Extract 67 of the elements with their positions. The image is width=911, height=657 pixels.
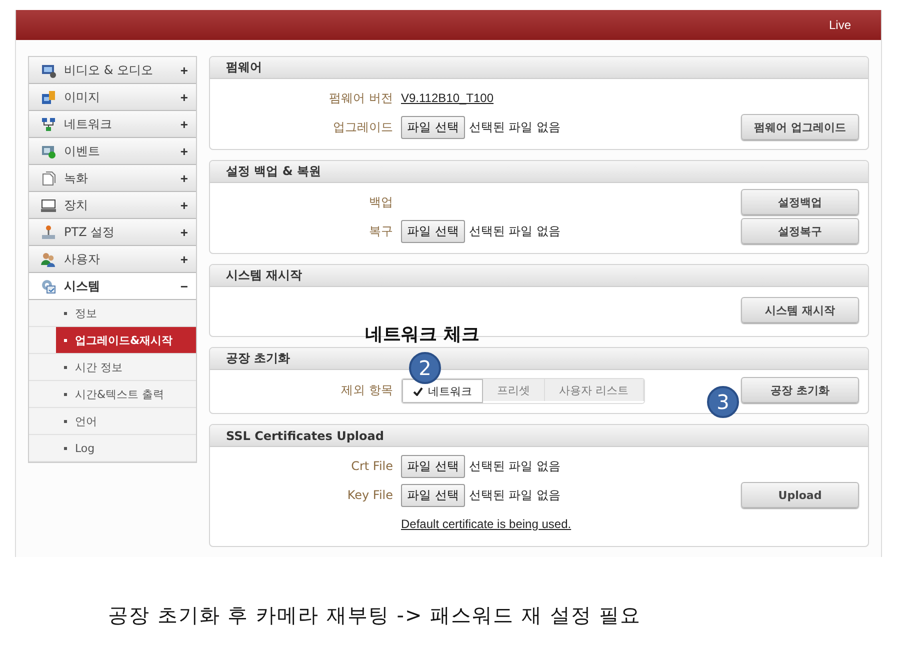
annotation-note: 네트워크 체크 [365,324,480,345]
option-toggle[interactable]: 프리셋 [483,379,545,401]
sidebar-item[interactable]: 사용자 + [29,246,196,273]
section-header: 시스템 재시작 [210,265,868,287]
collapse-toggle[interactable]: − [180,278,188,294]
bullet-icon [64,420,67,422]
picture-icon [41,90,56,104]
computer-icon [41,198,56,212]
users-icon [41,252,56,266]
option-toggle[interactable]: 네트워크 [402,379,483,403]
sidebar-item[interactable]: 이벤트 + [29,138,196,165]
field-label: 제외 항목 [341,382,393,398]
action-button[interactable]: Upload [741,482,859,508]
bullet-icon [64,392,67,396]
joystick-icon [41,224,56,240]
expand-toggle[interactable]: + [180,198,188,212]
action-button[interactable]: 펌웨어 업그레이드 [741,114,859,140]
choose-file-button[interactable]: 파일 선택 [401,454,465,478]
expand-toggle[interactable]: + [180,252,188,266]
file-status: 선택된 파일 없음 [468,486,560,504]
bullet-icon [64,446,67,450]
field-label: 백업 [369,194,393,210]
choose-file-button[interactable]: 파일 선택 [401,484,465,506]
sidebar-item[interactable]: 네트워크 + [29,111,196,138]
sidebar-item[interactable]: 녹화 + [29,165,196,192]
sidebar-item[interactable]: PTZ 설정 + [29,219,196,246]
monitor-icon [41,62,56,78]
choose-file-button[interactable]: 파일 선택 [401,220,465,242]
version-value: V9.112B10_T100 [401,91,494,105]
field-label: Crt File [351,459,393,473]
bullet-icon [64,312,67,314]
action-button[interactable]: 시스템 재시작 [741,297,859,323]
live-link[interactable]: Live [828,18,851,32]
file-status: 선택된 파일 없음 [468,222,560,240]
file-status: 선택된 파일 없음 [468,118,560,136]
option-toggle[interactable]: 사용자 리스트 [545,379,644,401]
section-header: SSL Certificates Upload [210,425,868,447]
event-icon [41,144,56,158]
action-button[interactable]: 설정복구 [741,218,859,244]
gear-icon [41,278,56,294]
choose-file-button[interactable]: 파일 선택 [401,116,465,138]
sidebar-item[interactable]: 비디오 & 오디오 + [29,57,196,84]
action-button[interactable]: 설정백업 [741,189,859,215]
expand-toggle[interactable]: + [180,144,188,158]
section-header: 펌웨어 [210,57,868,79]
expand-toggle[interactable]: + [180,90,188,104]
action-button[interactable]: 공장 초기화 [741,377,859,403]
field-label: 업그레이드 [333,118,393,136]
network-icon [41,116,56,132]
sidebar-item[interactable]: 이미지 + [29,84,196,111]
expand-toggle[interactable]: + [180,62,188,78]
document-icon [41,170,56,186]
certificate-note: Default certificate is being used. [401,517,572,531]
expand-toggle[interactable]: + [180,116,188,132]
caption-text: 공장 초기화 후 카메라 재부팅 -> 패스워드 재 설정 필요 [108,603,642,627]
file-status: 선택된 파일 없음 [468,458,560,474]
expand-toggle[interactable]: + [180,224,188,240]
field-label: Key File [347,488,393,502]
bullet-icon [64,338,67,342]
submenu-item[interactable]: 업그레이드&재시작 [56,327,196,353]
sidebar-item[interactable]: 장치 + [29,192,196,219]
check-icon [413,386,423,396]
bullet-icon [64,366,67,368]
expand-toggle[interactable]: + [180,170,188,186]
section-header: 설정 백업 & 복원 [210,161,868,183]
field-label: 복구 [369,222,393,240]
field-label: 펌웨어 버전 [329,90,393,106]
